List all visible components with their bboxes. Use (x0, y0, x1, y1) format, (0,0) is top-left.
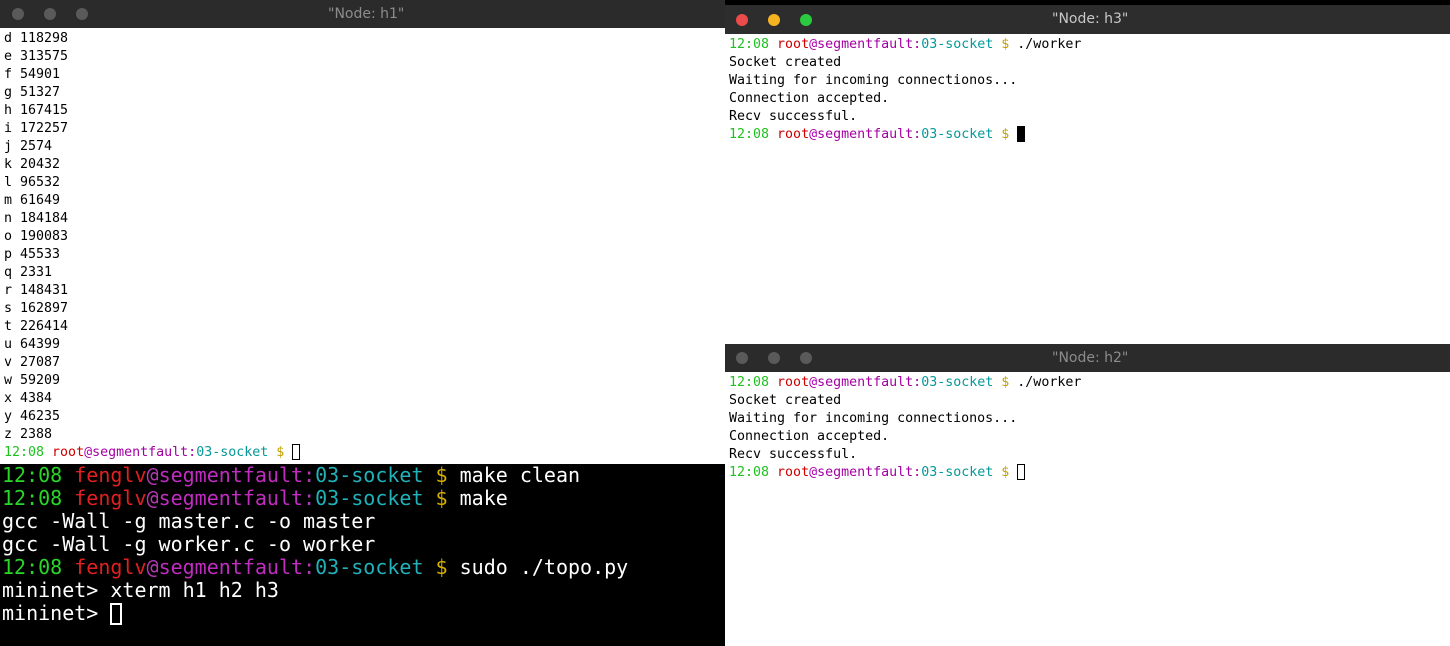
count-line: v 27087 (4, 355, 61, 370)
main-terminal-line-3: gcc -Wall -g worker.c -o worker (2, 532, 376, 556)
output-line: Socket created (729, 55, 842, 70)
prompt-line: 12:08 root@segmentfault:03-socket $ (0, 444, 725, 462)
count-line: l 96532 (4, 175, 61, 190)
main-terminal-line-4: 12:08 fenglv@segmentfault:03-socket $ su… (2, 555, 629, 579)
count-line: j 2574 (4, 139, 53, 154)
count-line: z 2388 (4, 427, 53, 442)
output-line: Waiting for incoming connectionos... (729, 73, 1018, 88)
output-line: Recv successful. (729, 447, 858, 462)
count-line: h 167415 (4, 103, 69, 118)
count-line: e 313575 (4, 49, 69, 64)
count-line: m 61649 (4, 193, 61, 208)
output-line: Socket created (729, 393, 842, 408)
prompt-line: 12:08 root@segmentfault:03-socket $ (725, 126, 1450, 144)
xterm-content-h1[interactable]: d 118298 e 313575 f 54901 g 51327 h 167415 i … (0, 28, 725, 464)
output-line: Recv successful. (729, 109, 858, 124)
output-line: Waiting for incoming connectionos... (729, 411, 1018, 426)
count-line: u 64399 (4, 337, 61, 352)
main-terminal-line-6: mininet> (0, 602, 725, 625)
count-line: t 226414 (4, 319, 69, 334)
window-title: "Node: h1" (328, 6, 405, 22)
count-line: x 4384 (4, 391, 53, 406)
close-button[interactable] (736, 352, 748, 364)
count-line: y 46235 (4, 409, 61, 424)
prompt-line: 12:08 root@segmentfault:03-socket $ ./wo… (729, 375, 1082, 390)
prompt-line: 12:08 root@segmentfault:03-socket $ (725, 464, 1450, 482)
count-line: n 184184 (4, 211, 69, 226)
main-terminal-line-5: mininet> xterm h1 h2 h3 (2, 578, 279, 602)
count-line: s 162897 (4, 301, 69, 316)
titlebar-h3[interactable]: "Node: h3" (725, 5, 1450, 34)
output-line: Connection accepted. (729, 429, 890, 444)
main-terminal[interactable]: 12:08 fenglv@segmentfault:03-socket $ ma… (0, 464, 725, 646)
close-button[interactable] (736, 14, 748, 26)
zoom-button[interactable] (800, 352, 812, 364)
cursor-icon (1017, 464, 1026, 480)
xterm-content-h3[interactable]: 12:08 root@segmentfault:03-socket $ ./wo… (725, 34, 1450, 344)
xterm-window-h1[interactable]: "Node: h1" d 118298 e 313575 f 54901 g 5132… (0, 0, 725, 464)
window-title: "Node: h3" (1052, 11, 1129, 27)
letter-count-list: d 118298 e 313575 f 54901 g 51327 h 167415 i … (0, 30, 725, 444)
output-line: Connection accepted. (729, 91, 890, 106)
count-line: f 54901 (4, 67, 61, 82)
count-line: p 45533 (4, 247, 61, 262)
count-line: g 51327 (4, 85, 61, 100)
window-title: "Node: h2" (1052, 350, 1129, 366)
main-terminal-line-1: 12:08 fenglv@segmentfault:03-socket $ ma… (2, 486, 508, 510)
count-line: k 20432 (4, 157, 61, 172)
minimize-button[interactable] (44, 8, 56, 20)
xterm-content-h2[interactable]: 12:08 root@segmentfault:03-socket $ ./wo… (725, 372, 1450, 646)
close-button[interactable] (12, 8, 24, 20)
count-line: o 190083 (4, 229, 69, 244)
titlebar-h1[interactable]: "Node: h1" (0, 0, 725, 28)
xterm-window-h2[interactable]: "Node: h2" 12:08 root@segmentfault:03-so… (725, 344, 1450, 646)
titlebar-h2[interactable]: "Node: h2" (725, 344, 1450, 372)
main-terminal-line-2: gcc -Wall -g master.c -o master (2, 509, 376, 533)
cursor-icon (292, 444, 301, 460)
minimize-button[interactable] (768, 352, 780, 364)
cursor-icon (110, 603, 123, 625)
count-line: q 2331 (4, 265, 53, 280)
count-line: w 59209 (4, 373, 61, 388)
prompt-line: 12:08 root@segmentfault:03-socket $ ./wo… (729, 37, 1082, 52)
count-line: i 172257 (4, 121, 69, 136)
zoom-button[interactable] (76, 8, 88, 20)
count-line: r 148431 (4, 283, 69, 298)
count-line: d 118298 (4, 31, 69, 46)
xterm-window-h3[interactable]: "Node: h3" 12:08 root@segmentfault:03-so… (725, 5, 1450, 344)
main-terminal-line-0: 12:08 fenglv@segmentfault:03-socket $ ma… (2, 463, 581, 487)
cursor-icon (1017, 126, 1026, 142)
minimize-button[interactable] (768, 14, 780, 26)
zoom-button[interactable] (800, 14, 812, 26)
